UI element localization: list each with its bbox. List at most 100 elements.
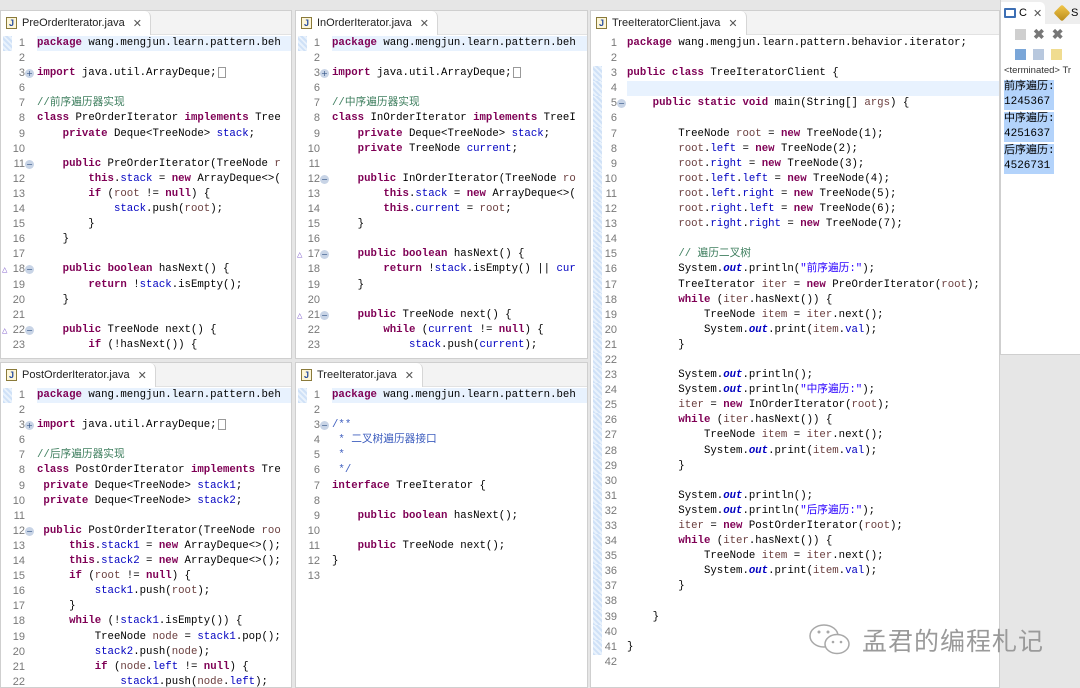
collapse-icon[interactable]: − bbox=[320, 250, 329, 260]
code-text: iter = new PostOrderIterator(root); bbox=[627, 519, 999, 534]
collapsed-imports-box[interactable] bbox=[217, 418, 226, 430]
editor-tab[interactable]: J PostOrderIterator.java ✕ bbox=[1, 363, 156, 387]
close-tab-icon[interactable]: ✕ bbox=[133, 17, 142, 30]
line-number: 12 bbox=[12, 524, 25, 537]
code-text: root.left.right = new TreeNode(5); bbox=[627, 187, 999, 202]
code-area[interactable]: 1 package wang.mengjun.learn.pattern.beh 2… bbox=[1, 36, 291, 358]
pin-console-icon[interactable] bbox=[1015, 48, 1026, 60]
code-token: = bbox=[703, 399, 724, 412]
collapse-icon[interactable]: − bbox=[25, 159, 34, 169]
expand-icon[interactable]: + bbox=[25, 421, 34, 431]
code-token: while bbox=[678, 414, 711, 427]
line-number: 15 bbox=[307, 218, 320, 231]
collapse-icon[interactable]: − bbox=[320, 174, 329, 184]
code-token: left bbox=[748, 203, 775, 216]
code-area[interactable]: 1 package wang.mengjun.learn.pattern.beh 2… bbox=[296, 388, 587, 687]
quick-diff-marker bbox=[593, 337, 602, 353]
line-gutter: 1 bbox=[1, 388, 35, 404]
collapsed-imports-box[interactable] bbox=[512, 66, 521, 78]
collapse-icon[interactable]: − bbox=[320, 310, 329, 320]
line-gutter: 1 bbox=[1, 36, 35, 52]
line-gutter: 11 bbox=[296, 157, 330, 172]
code-line: 19 TreeNode node = stack1.pop(); bbox=[1, 630, 291, 645]
code-text: if (root != null) { bbox=[37, 187, 291, 202]
code-token: TreeIterator bbox=[627, 278, 762, 291]
code-token: val bbox=[845, 565, 865, 578]
code-token: .push( bbox=[441, 338, 480, 351]
editor-tab[interactable]: J TreeIteratorClient.java ✕ bbox=[591, 11, 747, 35]
line-number: 2 bbox=[313, 404, 320, 417]
close-tab-icon[interactable]: ✕ bbox=[420, 17, 429, 30]
code-area[interactable]: 1 package wang.mengjun.learn.pattern.beh 2… bbox=[1, 388, 291, 687]
line-number: 20 bbox=[307, 293, 320, 306]
code-token: private bbox=[43, 494, 89, 507]
code-token: new bbox=[793, 203, 814, 216]
line-gutter: 6 bbox=[296, 81, 330, 96]
code-text: System.out.println("后序遍历:"); bbox=[627, 504, 999, 519]
code-text: if (node.left != null) { bbox=[37, 660, 291, 675]
open-console-icon[interactable] bbox=[1051, 48, 1062, 60]
collapse-icon[interactable]: − bbox=[25, 526, 34, 536]
code-line: 1 package wang.mengjun.learn.pattern.beh bbox=[1, 388, 291, 404]
code-token: Deque<TreeNode> bbox=[88, 479, 198, 492]
expand-icon[interactable]: + bbox=[320, 69, 329, 79]
expand-icon[interactable]: + bbox=[25, 69, 34, 79]
console-tabbar: C ✕ S bbox=[1001, 0, 1080, 24]
code-text: TreeNode item = iter.next(); bbox=[627, 428, 999, 443]
code-token: stack bbox=[120, 172, 153, 185]
display-console-icon[interactable] bbox=[1033, 48, 1044, 60]
collapse-icon[interactable]: − bbox=[320, 421, 329, 431]
collapse-icon[interactable]: − bbox=[617, 99, 626, 109]
code-token: = bbox=[774, 187, 794, 200]
code-area[interactable]: 1 package wang.mengjun.learn.pattern.beh 2… bbox=[296, 36, 587, 358]
code-token: class bbox=[671, 67, 704, 80]
line-gutter: 3 bbox=[591, 66, 627, 82]
line-number: 16 bbox=[604, 263, 617, 276]
console-output[interactable]: 前序遍历: 1245367 中序遍历: 4251637 后序遍历: 452673… bbox=[1001, 80, 1080, 174]
code-token: implements bbox=[190, 464, 256, 477]
code-line: 17 } bbox=[1, 599, 291, 614]
code-area[interactable]: 1 package wang.mengjun.learn.pattern.beha… bbox=[591, 36, 999, 687]
code-token: .println(); bbox=[742, 489, 814, 502]
code-text: while (iter.hasNext()) { bbox=[627, 413, 999, 428]
remove-all-launches-icon[interactable]: ✖ bbox=[1052, 26, 1064, 43]
editor-tab[interactable]: J InOrderIterator.java ✕ bbox=[296, 11, 438, 35]
terminate-icon[interactable] bbox=[1015, 28, 1026, 40]
close-tab-icon[interactable]: ✕ bbox=[138, 369, 147, 382]
collapse-icon[interactable]: − bbox=[25, 325, 34, 335]
code-token: left bbox=[710, 187, 737, 200]
line-number: 6 bbox=[18, 82, 25, 95]
code-token: = bbox=[774, 203, 794, 216]
code-token: = bbox=[742, 157, 762, 170]
close-tab-icon[interactable]: ✕ bbox=[728, 17, 737, 30]
line-number: 11 bbox=[308, 157, 320, 170]
close-tab-icon[interactable]: ✕ bbox=[405, 369, 414, 382]
remove-launch-icon[interactable]: ✖ bbox=[1033, 26, 1045, 43]
code-token: System. bbox=[627, 369, 724, 382]
code-token: ! bbox=[421, 263, 435, 276]
quick-diff-marker bbox=[593, 202, 602, 218]
console-view: C ✕ S ✖ ✖ <terminated> Tr 前序遍历: 1245367 … bbox=[1000, 0, 1080, 355]
line-number: 37 bbox=[604, 580, 617, 593]
code-line: 22 bbox=[591, 352, 999, 369]
java-file-icon: J bbox=[6, 369, 17, 381]
tab-console[interactable]: C ✕ bbox=[1001, 2, 1046, 24]
tab-second-view[interactable]: S bbox=[1053, 2, 1080, 24]
line-number: 10 bbox=[307, 524, 320, 537]
close-tab-icon[interactable]: ✕ bbox=[1033, 7, 1042, 20]
line-number: 1 bbox=[18, 37, 25, 49]
line-gutter: 12 bbox=[591, 202, 627, 218]
code-token: TreeNode(5); bbox=[813, 187, 897, 200]
editor-tab[interactable]: J TreeIterator.java ✕ bbox=[296, 363, 423, 387]
code-token: public bbox=[357, 248, 397, 261]
code-token: iter bbox=[678, 399, 704, 412]
editor-tab[interactable]: J PreOrderIterator.java ✕ bbox=[1, 11, 151, 35]
collapsed-imports-box[interactable] bbox=[217, 66, 226, 78]
code-token: cur bbox=[556, 263, 576, 276]
collapse-icon[interactable]: − bbox=[25, 265, 34, 275]
code-token: } bbox=[332, 278, 365, 291]
